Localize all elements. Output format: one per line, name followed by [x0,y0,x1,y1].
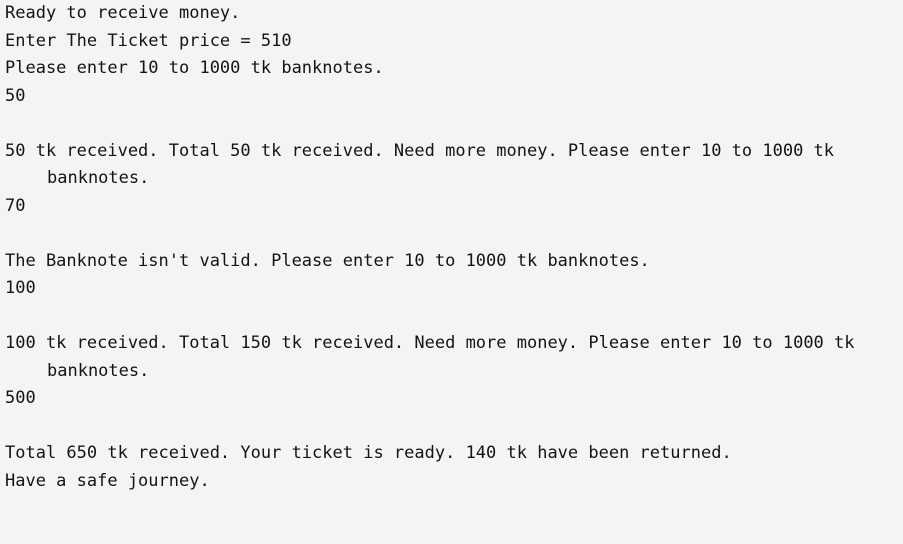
user-input-line: 70 [5,195,26,216]
user-input-line: 500 [5,388,36,408]
wrapped-output-line: banknotes. [47,360,150,381]
output-line: 50 tk received. Total 50 tk received. Ne… [5,140,835,161]
wrapped-output-line: banknotes. [47,168,150,188]
user-input-line: 100 [5,278,36,298]
console-output: Ready to receive money. Enter The Ticket… [0,0,903,544]
output-line: Total 650 tk received. Your ticket is re… [5,443,732,463]
output-line: 100 tk received. Total 150 tk received. … [5,333,855,353]
output-line: Ready to receive money. [5,3,241,23]
user-input-line: 50 [5,85,26,106]
output-line: Enter The Ticket price = 510 [5,30,292,51]
output-line: Have a safe journey. [5,470,210,491]
output-line: Please enter 10 to 1000 tk banknotes. [5,58,384,78]
output-line: The Banknote isn't valid. Please enter 1… [5,250,650,271]
